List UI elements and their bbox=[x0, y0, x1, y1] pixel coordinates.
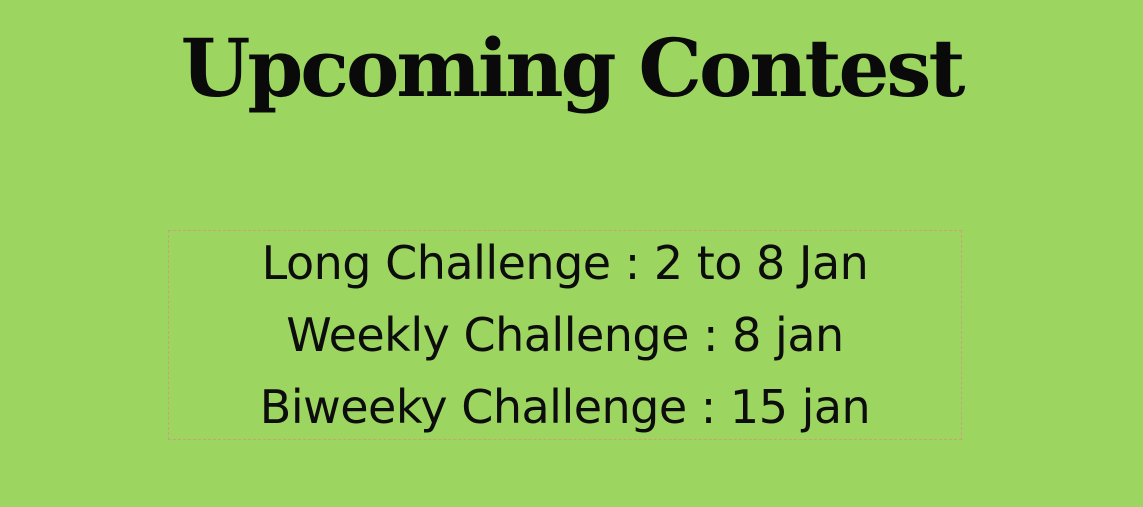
page-title: Upcoming Contest bbox=[180, 21, 966, 115]
contest-schedule-box: Long Challenge : 2 to 8 Jan Weekly Chall… bbox=[168, 230, 962, 440]
contest-item-weekly-challenge: Weekly Challenge : 8 jan bbox=[286, 308, 844, 362]
contest-item-biweekly-challenge: Biweeky Challenge : 15 jan bbox=[259, 380, 871, 434]
contest-item-long-challenge: Long Challenge : 2 to 8 Jan bbox=[261, 236, 869, 290]
